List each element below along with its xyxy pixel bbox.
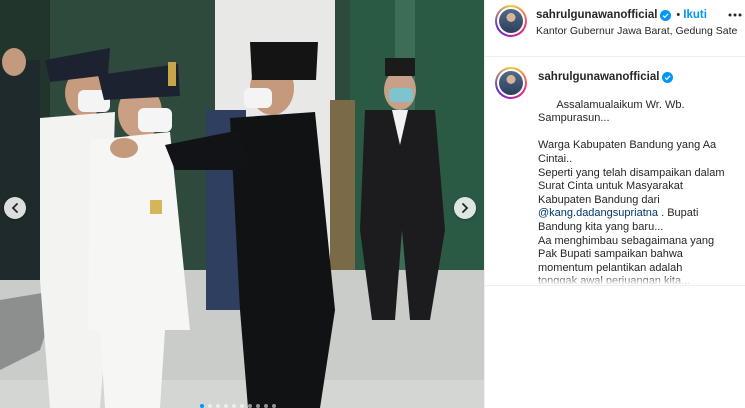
avatar[interactable]: [495, 5, 527, 37]
carousel-dot: [232, 404, 236, 408]
carousel-prev-button[interactable]: [4, 197, 26, 219]
follow-button[interactable]: Ikuti: [683, 9, 707, 21]
carousel-dot: [224, 404, 228, 408]
location-link[interactable]: Kantor Gubernur Jawa Barat, Gedung Sate: [536, 25, 737, 37]
chevron-right-icon: [462, 203, 469, 213]
post-side-panel: sahrulgunawanofficial • Ikuti Kantor Gub…: [484, 0, 745, 408]
chevron-left-icon: [11, 203, 18, 213]
carousel-dot: [208, 404, 212, 408]
verified-badge-icon: [662, 71, 674, 83]
inauguration-photo: [0, 0, 484, 408]
separator-dot: •: [676, 9, 681, 21]
verified-badge-icon: [660, 9, 672, 21]
carousel-dot: [272, 404, 276, 408]
caption-text: Assalamualaikum Wr. Wb. Sampurasun... Wa…: [538, 85, 738, 285]
caption-section: sahrulgunawanofficial Assalamualaikum Wr…: [485, 57, 745, 285]
caption-avatar[interactable]: [495, 67, 527, 99]
carousel-dot: [264, 404, 268, 408]
carousel-dot: [200, 404, 204, 408]
divider: [485, 285, 745, 286]
more-options-icon[interactable]: [728, 13, 742, 17]
carousel-dot: [256, 404, 260, 408]
carousel-dot: [216, 404, 220, 408]
carousel-dot: [248, 404, 252, 408]
post-header: sahrulgunawanofficial • Ikuti Kantor Gub…: [485, 0, 745, 57]
caption-after-mention: . Bupati: [658, 207, 699, 220]
mention-link[interactable]: @kang.dadangsupriatna: [538, 207, 658, 219]
carousel-next-button[interactable]: [454, 197, 476, 219]
username-link[interactable]: sahrulgunawanofficial: [536, 9, 657, 21]
carousel-indicator: [200, 404, 276, 408]
caption-body: Assalamualaikum Wr. Wb. Sampurasun... Wa…: [538, 98, 725, 206]
caption-username-link[interactable]: sahrulgunawanofficial: [538, 71, 659, 83]
post-photo[interactable]: [0, 0, 484, 408]
carousel-dot: [240, 404, 244, 408]
